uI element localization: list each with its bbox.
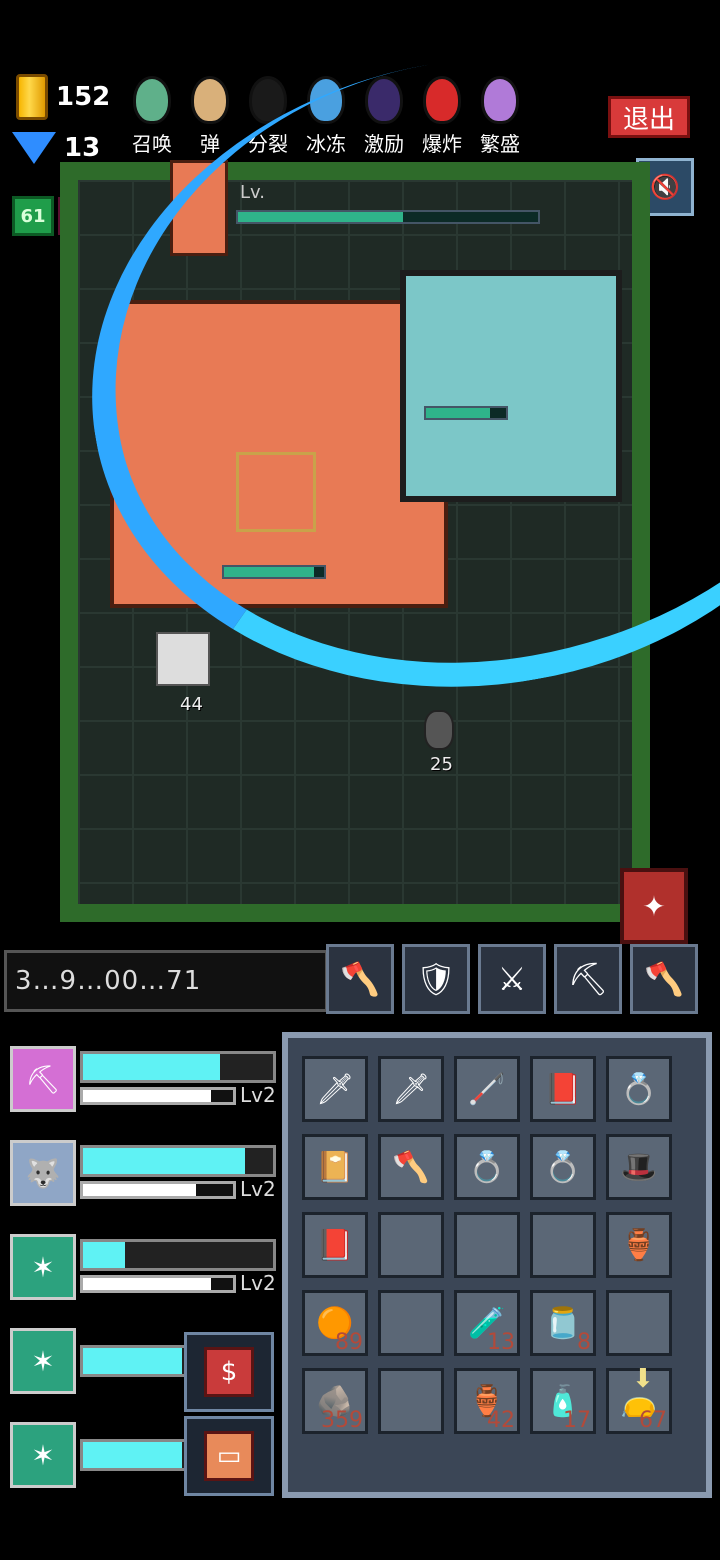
- spellbook-icon: 📕: [544, 1071, 582, 1107]
- blue-blade-icon: 🗡: [315, 1071, 355, 1107]
- hero-level: Lv2: [240, 1271, 276, 1295]
- item-count: 8: [577, 1330, 591, 1355]
- inventory-slot[interactable]: 🦯: [454, 1056, 520, 1122]
- inventory-slot[interactable]: 🗡: [378, 1056, 444, 1122]
- hero-xp-bar: [80, 1181, 236, 1199]
- inventory-slot[interactable]: 🏺: [606, 1212, 672, 1278]
- hero-level: Lv2: [240, 1083, 276, 1107]
- inventory-slot[interactable]: 💍: [530, 1134, 596, 1200]
- gold-coin-icon: [16, 74, 48, 120]
- inventory-slot[interactable]: 🏺 42: [454, 1368, 520, 1434]
- hero-xp-bar: [80, 1275, 236, 1293]
- dark-ring-icon: 💍: [468, 1149, 506, 1185]
- score-display: 3…9…00…71: [4, 950, 328, 1012]
- weapon-strip: 🪓 🛡 ⚔ ⛏ 🪓: [326, 944, 698, 1014]
- silver-ring-icon: 💍: [544, 1149, 582, 1185]
- inventory-slot[interactable]: 🪓: [378, 1134, 444, 1200]
- item-count: 359: [321, 1408, 363, 1433]
- player-hero: [156, 632, 210, 686]
- red-axe-icon[interactable]: 🪓: [630, 944, 698, 1014]
- inventory-slot-empty[interactable]: [606, 1290, 672, 1356]
- gem-counter: 13: [12, 132, 100, 164]
- inventory-slot[interactable]: 🧪 13: [454, 1290, 520, 1356]
- inventory-slot[interactable]: 📕: [530, 1056, 596, 1122]
- hero-health-bar: [80, 1439, 196, 1471]
- diamond-icon: [12, 132, 56, 164]
- skull-ring-icon: 💍: [620, 1071, 658, 1107]
- hero-health-bar: [80, 1051, 276, 1083]
- inventory-slot[interactable]: 🗡: [302, 1056, 368, 1122]
- egg-label: 召唤: [132, 132, 172, 156]
- gold-amount: 152: [56, 82, 111, 112]
- shield-icon[interactable]: 🛡: [402, 944, 470, 1014]
- jester-hat-icon: 🎩: [620, 1149, 658, 1185]
- hero-health-bar: [80, 1345, 196, 1377]
- antler-icon: ✶: [10, 1234, 76, 1300]
- shop-button[interactable]: $: [184, 1332, 274, 1412]
- egg-option[interactable]: 召唤: [126, 76, 178, 157]
- item-count: 13: [487, 1330, 515, 1355]
- hero-xp-bar: [80, 1087, 236, 1105]
- hero-row[interactable]: ⛏ Lv2: [10, 1046, 276, 1112]
- hero-row[interactable]: ✶ Lv2: [10, 1234, 276, 1300]
- gem-amount: 13: [64, 133, 101, 163]
- blue-gourd-icon: 🏺: [620, 1227, 658, 1263]
- pickaxe-icon: ⛏: [10, 1046, 76, 1112]
- purple-axe-icon: 🪓: [392, 1149, 430, 1185]
- dark-axe-icon[interactable]: ⚔: [478, 944, 546, 1014]
- inventory-slot[interactable]: 🫙 8: [530, 1290, 596, 1356]
- item-count: 89: [335, 1330, 363, 1355]
- chest-button[interactable]: ▭: [184, 1416, 274, 1496]
- inventory-slot[interactable]: 🎩: [606, 1134, 672, 1200]
- inventory-slot[interactable]: 📕: [302, 1212, 368, 1278]
- item-count: 42: [487, 1408, 515, 1433]
- drop-value-1: 44: [180, 694, 203, 715]
- beast-icon: 🐺: [10, 1140, 76, 1206]
- egg-label: 弹: [200, 132, 220, 156]
- inventory-slot-empty[interactable]: [530, 1212, 596, 1278]
- item-count: 67: [639, 1408, 667, 1433]
- red-spellbook-icon: 📕: [316, 1227, 354, 1263]
- inventory-slot[interactable]: 🪨 359: [302, 1368, 368, 1434]
- inventory-slot-empty[interactable]: [378, 1212, 444, 1278]
- skull-staff-icon: 🦯: [468, 1071, 506, 1107]
- hero-health-bar: [80, 1145, 276, 1177]
- hero-row[interactable]: 🐺 Lv2: [10, 1140, 276, 1206]
- hero-level: Lv2: [240, 1177, 276, 1201]
- inventory-slot[interactable]: 📔: [302, 1134, 368, 1200]
- chest-icon: ▭: [204, 1431, 254, 1481]
- antler-icon: ✶: [10, 1328, 76, 1394]
- inventory-slot[interactable]: 🟠 89: [302, 1290, 368, 1356]
- inventory-slot[interactable]: 💍: [454, 1134, 520, 1200]
- hero-health-bar: [80, 1239, 276, 1271]
- item-count: 17: [563, 1408, 591, 1433]
- arrow-down-icon: ⬇: [632, 1364, 654, 1394]
- purple-tome-icon: 📔: [316, 1149, 354, 1185]
- inventory-slot[interactable]: 🧴 17: [530, 1368, 596, 1434]
- gold-counter: 152: [16, 74, 110, 120]
- stone-drop-icon[interactable]: [424, 710, 454, 750]
- inventory-panel: 🗡 🗡 🦯 📕 💍 📔 🪓 💍 💍 🎩 📕 🏺 🟠 89 🧪 13 🫙 8 🪨 359 🏺 42 🧴 17 👝 67: [282, 1032, 712, 1498]
- inventory-slot-empty[interactable]: [378, 1368, 444, 1434]
- level-badge: 61: [12, 196, 54, 236]
- golden-pickaxe-icon[interactable]: ⛏: [554, 944, 622, 1014]
- antler-icon: ✶: [10, 1422, 76, 1488]
- spellbook-icon[interactable]: ✦: [620, 868, 688, 944]
- egg-option[interactable]: 弹: [184, 76, 236, 157]
- inventory-slot-empty[interactable]: [378, 1290, 444, 1356]
- egg-icon: [191, 76, 229, 124]
- inventory-slot-empty[interactable]: [454, 1212, 520, 1278]
- inventory-slot[interactable]: 💍: [606, 1056, 672, 1122]
- red-blade-icon: 🗡: [391, 1071, 431, 1107]
- egg-icon: [133, 76, 171, 124]
- dollar-icon: $: [204, 1347, 254, 1397]
- drop-value-2: 25: [430, 754, 453, 775]
- golden-axe-icon[interactable]: 🪓: [326, 944, 394, 1014]
